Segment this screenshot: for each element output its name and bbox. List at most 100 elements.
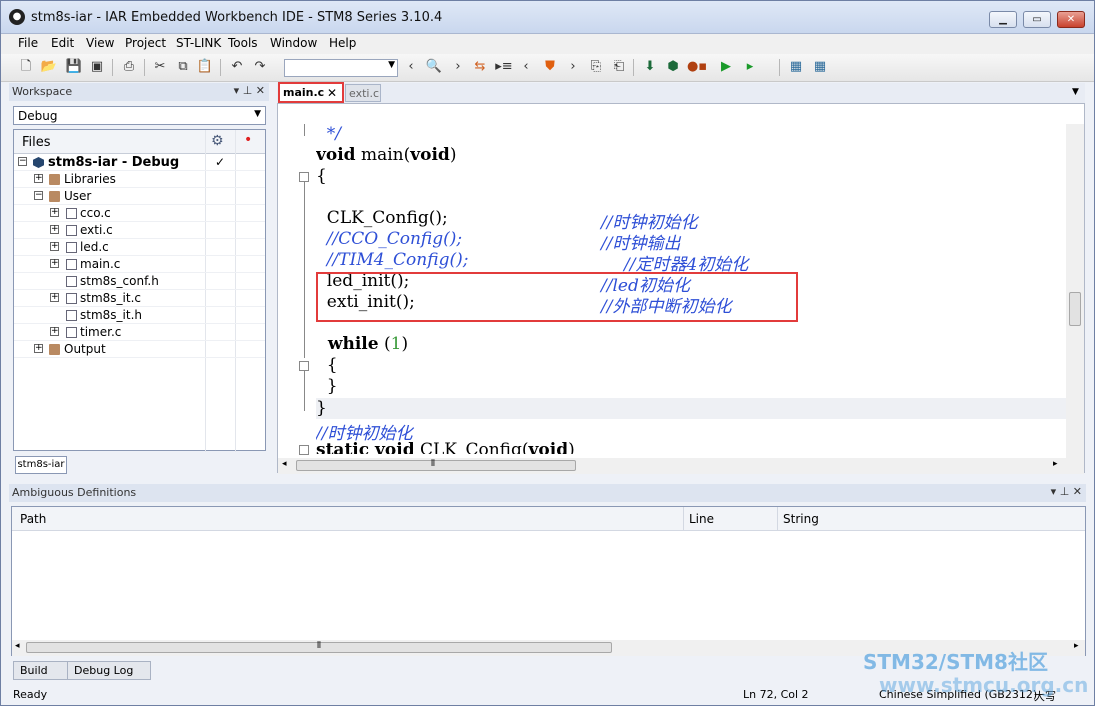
maximize-button[interactable]: ▭ [1023,11,1051,28]
toolbar-separator [144,59,145,76]
tree-item-file[interactable]: stm8s_it.h [14,307,265,324]
find-combobox[interactable]: ▼ [284,59,398,77]
save-icon[interactable]: 💾 [65,58,83,76]
menu-window[interactable]: Window [270,36,317,50]
code-line: void main(void) [316,145,456,166]
toolbar-separator [112,59,113,76]
goto-icon[interactable]: ▸≡ [495,58,513,76]
menu-edit[interactable]: Edit [51,36,74,50]
tree-item-project[interactable]: − stm8s-iar - Debug ✓ [14,154,265,171]
paste-icon[interactable]: 📋 [196,58,214,76]
scrollbar-thumb[interactable]: ⦀ [26,641,612,653]
scrollbar-thumb[interactable] [1069,292,1081,326]
menu-tools[interactable]: Tools [228,36,258,50]
toggle-bookmark-icon[interactable]: ⛊ [541,58,559,76]
make-icon[interactable]: ⎗ [610,58,628,76]
batch-build-icon[interactable]: ▦ [811,58,829,76]
tab-debug-log[interactable]: Debug Log [67,661,151,680]
build-tool-icon[interactable]: ▦ [787,58,805,76]
collapse-icon[interactable]: − [34,191,43,200]
go-icon[interactable]: ▶ [717,58,735,76]
configuration-select[interactable]: Debug ▼ [13,106,266,125]
replace-icon[interactable]: ⇆ [471,58,489,76]
fold-toggle-icon[interactable] [299,172,309,182]
tree-item-file[interactable]: + stm8s_it.c [14,290,265,307]
tree-item-file[interactable]: + main.c [14,256,265,273]
tree-item-libraries[interactable]: + Libraries [14,171,265,188]
horizontal-scrollbar[interactable]: ◂ ⦀ ▸ [278,458,1066,474]
expand-icon[interactable]: + [50,259,59,268]
cut-icon[interactable]: ✂ [151,58,169,76]
ambiguous-definitions-list[interactable]: Path Line String ◂ ⦀ ▸ [11,506,1086,656]
scroll-right-icon[interactable]: ▸ [1074,641,1079,651]
save-all-icon[interactable]: ▣ [88,58,106,76]
expand-icon[interactable]: + [50,327,59,336]
expand-icon[interactable]: + [34,344,43,353]
compile-icon[interactable]: ⎘ [587,58,605,76]
new-file-icon[interactable]: 🗋 [17,58,35,76]
tab-exti-c[interactable]: exti.c [345,84,381,102]
navigate-back-icon[interactable]: ‹ [402,58,420,76]
configuration-value: Debug [18,109,58,123]
code-token: void [528,440,569,454]
tree-item-file[interactable]: + exti.c [14,222,265,239]
redo-icon[interactable]: ↷ [251,58,269,76]
chevron-down-icon: ▼ [254,109,261,119]
scroll-left-icon[interactable]: ◂ [282,459,287,469]
minimize-button[interactable]: ▁ [989,11,1017,28]
expand-icon[interactable]: + [50,293,59,302]
panel-controls-icon[interactable]: ▾ ⊥ ✕ [1051,485,1082,498]
code-token: main( [355,145,411,165]
scroll-left-icon[interactable]: ◂ [15,641,20,651]
collapse-icon[interactable]: − [18,157,27,166]
code-editor[interactable]: */ void main(void) { CLK_Config();//时钟初始… [277,103,1085,474]
tree-item-file[interactable]: + cco.c [14,205,265,222]
tree-item-output[interactable]: + Output [14,341,265,358]
previous-bookmark-icon[interactable]: ‹ [517,58,535,76]
scrollbar-thumb[interactable]: ⦀ [296,459,576,471]
open-file-icon[interactable]: 📂 [40,58,58,76]
debug-icon[interactable]: ⬢ [664,58,682,76]
expand-icon[interactable]: + [50,225,59,234]
column-line[interactable]: Line [689,512,714,526]
tab-build[interactable]: Build [13,661,68,680]
tree-item-user[interactable]: − User [14,188,265,205]
tab-list-dropdown-icon[interactable]: ▼ [1072,87,1079,97]
close-button[interactable]: ✕ [1057,11,1085,28]
scroll-right-icon[interactable]: ▸ [1053,459,1058,469]
copy-icon[interactable]: ⧉ [174,58,192,76]
tree-label: led.c [80,240,109,254]
tree-item-file[interactable]: + timer.c [14,324,265,341]
expand-icon[interactable]: + [34,174,43,183]
expand-icon[interactable]: + [50,242,59,251]
tab-main-c[interactable]: main.c ✕ [278,82,344,103]
menu-file[interactable]: File [18,36,38,50]
menu-st-link[interactable]: ST-LINK [176,36,221,50]
tree-item-file[interactable]: + led.c [14,239,265,256]
download-icon[interactable]: ⬇ [641,58,659,76]
close-icon[interactable]: ✕ [327,86,337,100]
print-icon[interactable]: ⎙ [120,58,138,76]
column-string[interactable]: String [783,512,819,526]
run-without-debug-icon[interactable]: ▸ [741,58,759,76]
vertical-scrollbar[interactable] [1066,124,1084,474]
fold-toggle-icon[interactable] [299,445,309,455]
gear-icon[interactable]: ⚙ [211,133,224,149]
code-token: 1 [390,334,402,354]
expand-icon[interactable]: + [50,208,59,217]
menu-view[interactable]: View [86,36,114,50]
breakpoint-icon[interactable]: ●▪ [687,58,707,76]
workspace-tab[interactable]: stm8s-iar [15,456,67,474]
tree-item-file[interactable]: stm8s_conf.h [14,273,265,290]
fold-toggle-icon[interactable] [299,361,309,371]
code-token: void [316,145,356,165]
menu-help[interactable]: Help [329,36,356,50]
navigate-forward-icon[interactable]: › [449,58,467,76]
menu-project[interactable]: Project [125,36,166,50]
undo-icon[interactable]: ↶ [228,58,246,76]
next-bookmark-icon[interactable]: › [564,58,582,76]
panel-controls-icon[interactable]: ▾ ⊥ ✕ [234,84,265,97]
list-header: Path Line String [12,507,1085,531]
column-path[interactable]: Path [20,512,46,526]
find-icon[interactable]: 🔍 [425,58,443,76]
